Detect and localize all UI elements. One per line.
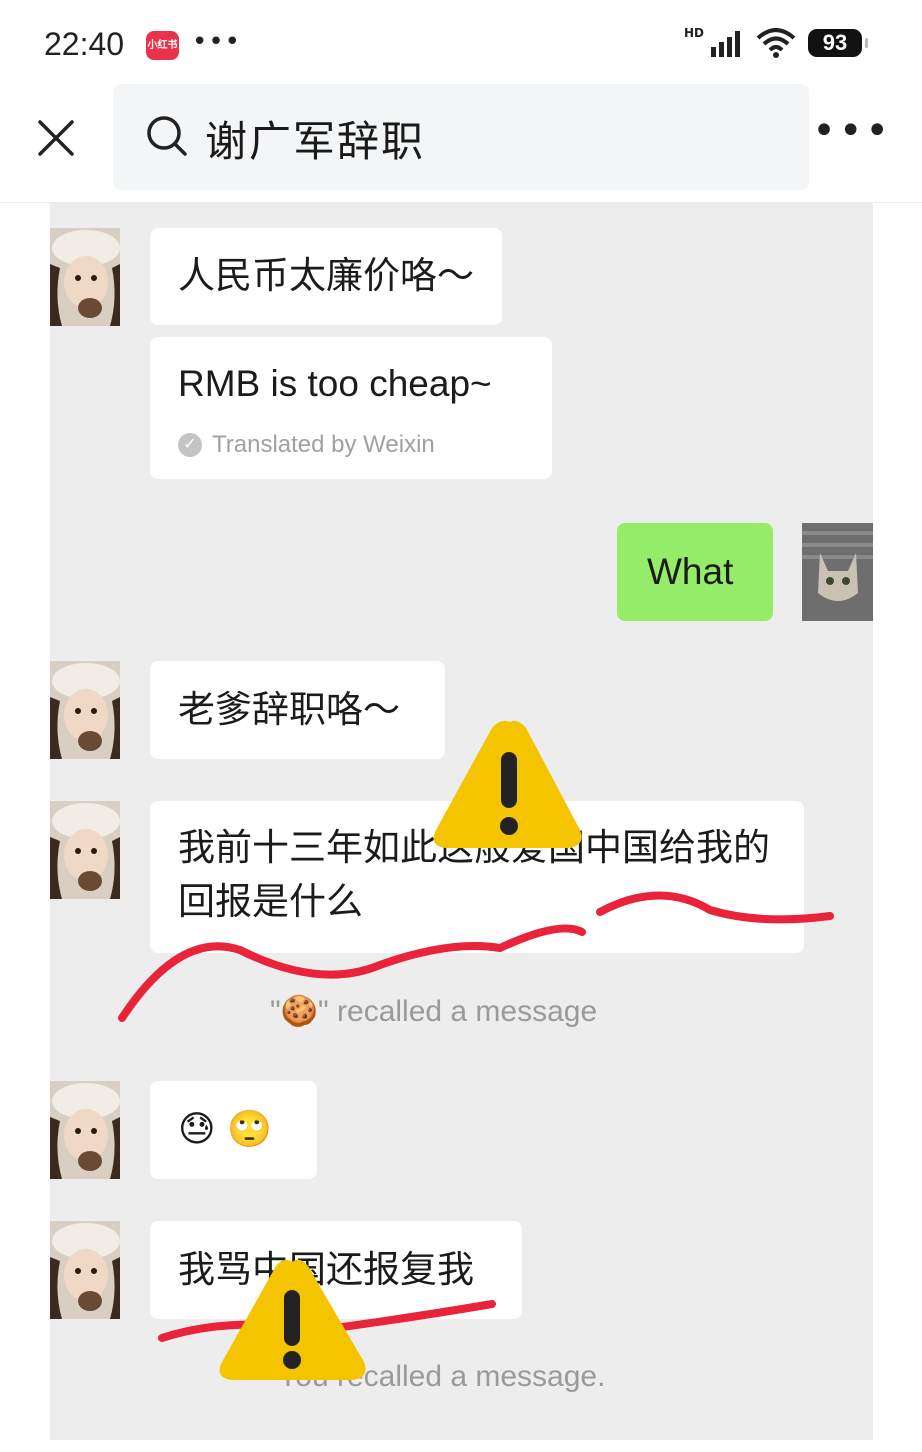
message-text: 我骂中国还报复我 (178, 1248, 474, 1291)
search-header: 谢广军辞职 ••• (0, 84, 922, 203)
recall-notice: "🍪" recalled a message (270, 995, 598, 1028)
battery-indicator: 93 (808, 29, 868, 57)
translation-note-text: Translated by Weixin (212, 431, 435, 458)
message-text: What (647, 551, 734, 592)
message-text: 人民币太廉价咯～ (178, 254, 474, 297)
bottom-edge (0, 1440, 922, 1452)
sender-avatar (50, 228, 120, 326)
chat-bubble-received: 人民币太廉价咯～ (150, 228, 502, 325)
chat-bubble-received: 我前十三年如此这般爱国中国给我的 回报是什么 (150, 801, 804, 953)
chat-bubble-received: 😓 🙄 (150, 1081, 317, 1179)
recall-notice: You recalled a message. (278, 1360, 606, 1393)
status-time: 22:40 (44, 26, 125, 62)
search-input[interactable]: 谢广军辞职 (113, 84, 809, 190)
sender-avatar (50, 1221, 120, 1319)
chat-bubble-translation: RMB is too cheap~ ✓ Translated by Weixin (150, 337, 552, 479)
chat-bubble-sent: What (617, 523, 773, 621)
chat-bubble-received: 老爹辞职咯～ (150, 661, 445, 759)
status-bar: 22:40 小红书 ••• HD 93 (0, 0, 922, 90)
cookie-emoji: 🍪 (280, 995, 319, 1028)
close-icon[interactable] (36, 118, 76, 158)
eye-roll-emoji: 🙄 (226, 1109, 272, 1150)
signal-icon (711, 31, 740, 57)
sender-avatar (50, 661, 120, 759)
emoji-message: 😓 🙄 (178, 1103, 272, 1157)
sender-avatar (50, 801, 120, 899)
sender-avatar (50, 1081, 120, 1179)
translation-note: ✓ Translated by Weixin (178, 431, 435, 459)
search-query-text: 谢广军辞职 (205, 117, 426, 166)
self-avatar (802, 523, 873, 621)
chat-bubble-received: 我骂中国还报复我 (150, 1221, 522, 1319)
translation-text: RMB is too cheap~ (178, 363, 492, 404)
wifi-icon (756, 28, 796, 58)
recall-text: recalled a message (337, 995, 598, 1028)
message-text-line2: 回报是什么 (178, 880, 363, 923)
status-icons: HD 93 (683, 26, 868, 58)
message-text-line1: 我前十三年如此这般爱国中国给我的 (178, 826, 770, 869)
network-type-label: HD (683, 26, 704, 40)
message-text: 老爹辞职咯～ (178, 688, 400, 731)
chat-screenshot: 人民币太廉价咯～ RMB is too cheap~ ✓ Translated … (50, 203, 873, 1452)
more-notifications-indicator: ••• (192, 27, 242, 57)
search-icon (147, 116, 187, 156)
sweat-emoji: 😓 (178, 1109, 216, 1150)
check-icon: ✓ (178, 433, 202, 457)
more-icon[interactable]: ••• (812, 108, 892, 154)
app-notification-badge: 小红书 (146, 31, 179, 60)
